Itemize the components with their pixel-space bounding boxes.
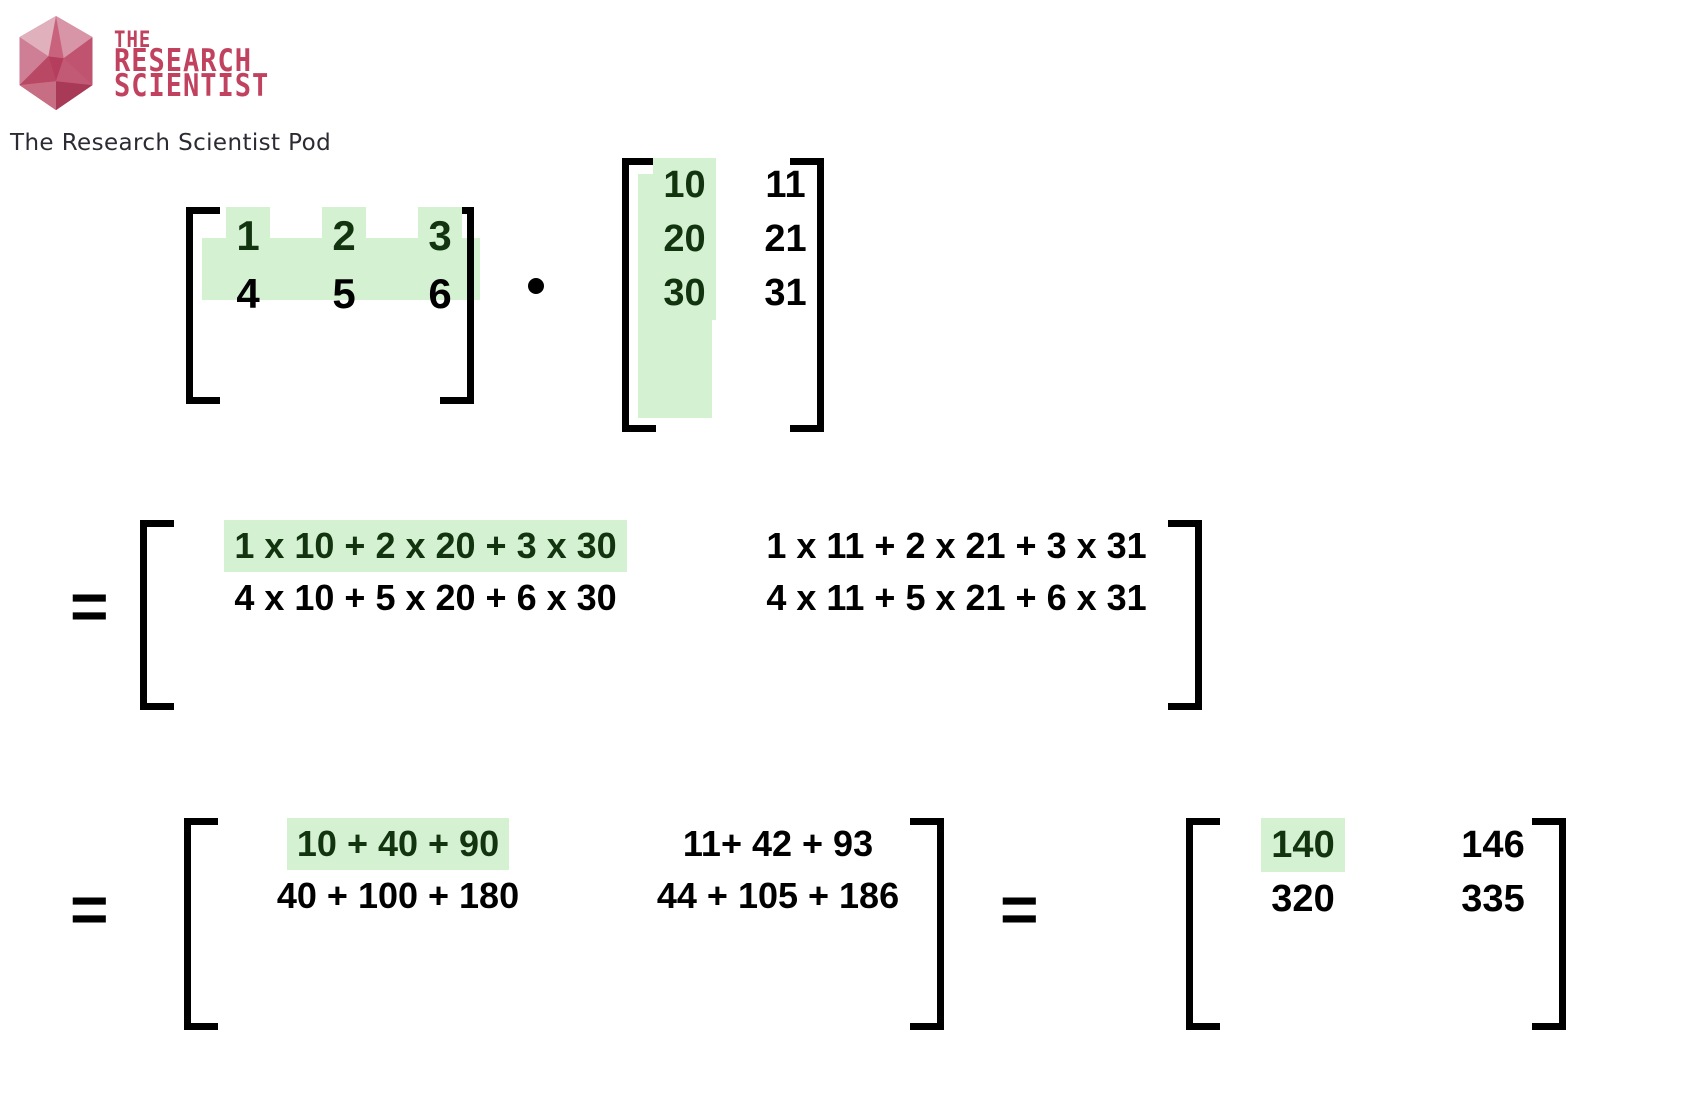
matrix-c-cell-1-1: 4 x 11 + 5 x 21 + 6 x 31 — [766, 577, 1147, 618]
matrix-a-cell-0-0: 1 — [226, 207, 270, 265]
matrix-expanded-products: 1 x 10 + 2 x 20 + 3 x 30 1 x 11 + 2 x 21… — [140, 520, 1202, 710]
equals-sign-3: = — [1000, 872, 1039, 946]
equals-sign-1: = — [70, 569, 109, 643]
matrix-d-cell-0-1: 11+ 42 + 93 — [682, 823, 874, 864]
equals-sign-2: = — [70, 872, 109, 946]
matrix-a-cell-1-2: 6 — [428, 270, 452, 317]
matrix-b-cell-1-1: 21 — [764, 218, 807, 260]
matrix-c-cell-0-0: 1 x 10 + 2 x 20 + 3 x 30 — [224, 520, 627, 572]
matrix-c-cell-1-0: 4 x 10 + 5 x 20 + 6 x 30 — [234, 577, 617, 618]
matrix-d-cell-1-0: 40 + 100 + 180 — [276, 875, 520, 916]
brand-logo-block: THE RESEARCH SCIENTIST The Research Scie… — [8, 8, 332, 156]
wordmark-line-3: SCIENTIST — [114, 68, 270, 104]
brand-tagline: The Research Scientist Pod — [10, 130, 332, 156]
matrix-b-cell-0-0: 10 — [653, 158, 716, 212]
dot-product-operator — [528, 278, 544, 294]
matrix-b-cell-1-0: 20 — [653, 212, 716, 266]
matrix-partial-sums: 10 + 40 + 90 11+ 42 + 93 40 + 100 + 180 … — [184, 818, 944, 1030]
matrix-a-cell-1-0: 4 — [236, 270, 260, 317]
matrix-d-cell-1-1: 44 + 105 + 186 — [656, 875, 900, 916]
matrix-b: 10 11 20 21 30 31 — [622, 158, 824, 432]
matrix-b-cell-2-0: 30 — [653, 266, 716, 320]
matrix-c-grid: 1 x 10 + 2 x 20 + 3 x 30 1 x 11 + 2 x 21… — [160, 520, 1222, 624]
matrix-e-grid: 140 146 320 335 — [1208, 818, 1588, 926]
matrix-a-cell-0-1: 2 — [322, 207, 366, 265]
logo-row: THE RESEARCH SCIENTIST — [8, 8, 308, 120]
matrix-e-cell-0-1: 146 — [1461, 824, 1525, 866]
matrix-d-cell-0-0: 10 + 40 + 90 — [286, 818, 510, 870]
matrix-a-cell-1-1: 5 — [332, 270, 356, 317]
matrix-c-cell-0-1: 1 x 11 + 2 x 21 + 3 x 31 — [766, 525, 1147, 566]
matrix-e-cell-0-0: 140 — [1261, 818, 1345, 872]
polygon-icon — [19, 16, 93, 111]
matrix-a-cell-0-2: 3 — [418, 207, 462, 265]
matrix-result: 140 146 320 335 — [1186, 818, 1566, 1030]
matrix-b-cell-0-1: 11 — [765, 164, 806, 206]
matrix-e-cell-1-1: 335 — [1461, 878, 1525, 920]
logo-wordmark: THE RESEARCH SCIENTIST — [114, 28, 270, 104]
matrix-d-grid: 10 + 40 + 90 11+ 42 + 93 40 + 100 + 180 … — [208, 818, 968, 922]
matrix-e-cell-1-0: 320 — [1271, 878, 1335, 920]
matrix-a: 1 2 3 4 5 6 — [186, 207, 480, 404]
matrix-b-grid: 10 11 20 21 30 31 — [634, 158, 836, 320]
matrix-a-grid: 1 2 3 4 5 6 — [200, 207, 488, 323]
matrix-b-cell-2-1: 31 — [764, 272, 807, 314]
